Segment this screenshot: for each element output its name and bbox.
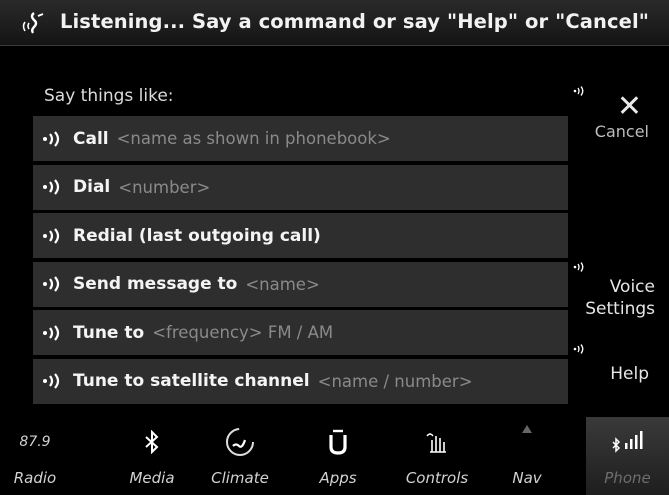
cancel-label: Cancel: [594, 122, 649, 141]
help-label: Help: [610, 364, 649, 384]
speak-icon: [43, 179, 60, 195]
voice-settings-button[interactable]: Voice Settings: [565, 262, 655, 322]
nav-radio[interactable]: 87.9 Radio: [0, 417, 70, 495]
say-things-like-label: Say things like:: [44, 86, 174, 106]
nav-label: Phone: [604, 469, 651, 487]
command-tune-to[interactable]: Tune to <frequency> FM / AM: [33, 310, 568, 356]
command-text: Send message to: [73, 274, 238, 295]
command-send-message[interactable]: Send message to <name>: [33, 261, 568, 307]
command-text: Tune to: [73, 322, 145, 343]
command-tune-satellite[interactable]: Tune to satellite channel <name / number…: [33, 358, 568, 404]
nav-phone[interactable]: Phone: [586, 417, 669, 495]
nav-nav[interactable]: Nav: [497, 417, 557, 495]
voice-recognition-icon: [22, 12, 44, 34]
speak-icon: [43, 130, 60, 147]
speak-icon: [43, 325, 60, 341]
nav-climate[interactable]: Climate: [200, 417, 280, 495]
controls-icon: [426, 433, 446, 453]
voice-status-bar: Listening... Say a command or say "Help"…: [0, 0, 669, 46]
nav-label: Media: [129, 469, 175, 487]
nav-label: Apps: [319, 469, 357, 487]
voice-settings-line1: Voice: [609, 277, 655, 297]
command-redial[interactable]: Redial (last outgoing call): [33, 213, 568, 259]
nav-label: Nav: [512, 469, 542, 487]
voice-settings-label: Voice Settings: [585, 276, 655, 320]
radio-frequency: 87.9: [19, 434, 51, 450]
apps-icon: [329, 429, 347, 455]
bottom-nav-bar: 87.9 Radio Media Climate Apps Controls N…: [0, 417, 669, 495]
nav-label: Climate: [211, 469, 269, 487]
speak-icon: [573, 344, 584, 354]
speak-icon: [573, 86, 584, 96]
voice-command-panel: Say things like: Call <name as shown in …: [33, 78, 568, 406]
command-hint: <number>: [118, 177, 211, 197]
command-dial[interactable]: Dial <number>: [33, 164, 568, 210]
nav-label: Radio: [13, 469, 57, 487]
listening-status-text: Listening... Say a command or say "Help"…: [60, 10, 650, 33]
speak-icon: [43, 227, 60, 244]
command-call[interactable]: Call <name as shown in phonebook>: [33, 116, 568, 161]
bluetooth-icon: [145, 430, 159, 454]
speak-icon: [43, 373, 60, 390]
command-text: Call: [73, 128, 109, 149]
command-hint: <name>: [245, 274, 320, 294]
phone-signal-icon: [611, 431, 642, 453]
voice-settings-line2: Settings: [585, 299, 655, 319]
command-hint: <frequency> FM / AM: [152, 323, 334, 343]
cancel-button[interactable]: ✕ Cancel: [565, 86, 655, 146]
nav-controls[interactable]: Controls: [392, 417, 482, 495]
nav-media[interactable]: Media: [112, 417, 192, 495]
help-button[interactable]: Help: [565, 344, 655, 388]
nav-label: Controls: [405, 469, 469, 487]
command-hint: <name as shown in phonebook>: [116, 129, 391, 148]
nav-apps[interactable]: Apps: [298, 417, 378, 495]
command-text: Dial: [73, 177, 111, 198]
speak-icon: [573, 262, 584, 272]
nav-icon: [522, 425, 532, 433]
command-list: Call <name as shown in phonebook> Dial <…: [33, 116, 568, 408]
command-text: Tune to satellite channel: [73, 371, 310, 392]
climate-icon: [226, 428, 254, 456]
command-hint: <name / number>: [317, 371, 473, 391]
command-text: Redial (last outgoing call): [73, 225, 321, 246]
speak-icon: [43, 276, 60, 292]
close-icon: ✕: [616, 89, 642, 124]
